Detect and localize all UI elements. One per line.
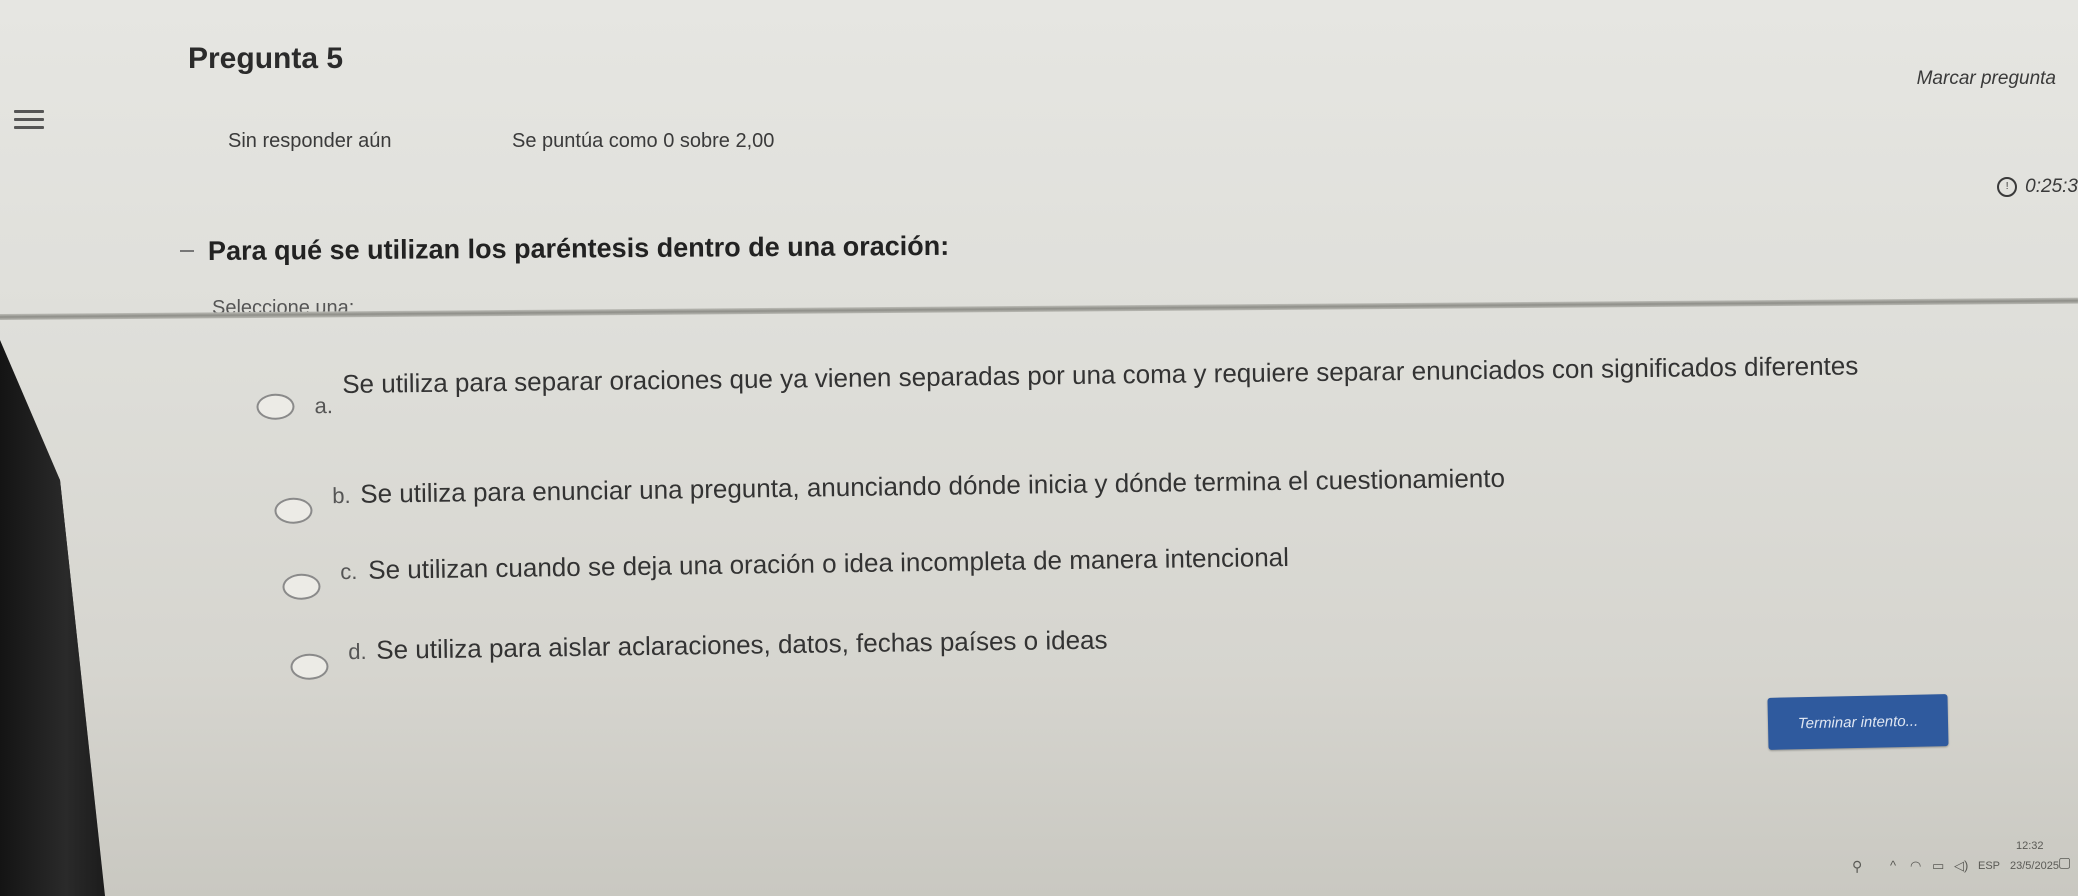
option-letter: b. <box>332 482 351 509</box>
option-text[interactable]: Se utiliza para separar oraciones que ya… <box>342 345 1982 403</box>
flag-question-link[interactable]: Marcar pregunta <box>1917 68 2056 90</box>
clock-time[interactable]: 12:32 <box>2016 840 2044 852</box>
radio-button-d[interactable] <box>290 653 329 680</box>
clock-date[interactable]: 23/5/2025 <box>2010 860 2059 872</box>
question-title: Pregunta 5 <box>188 42 344 75</box>
volume-icon[interactable]: ◁) <box>1954 858 1968 874</box>
radio-button-c[interactable] <box>282 573 321 600</box>
chevron-up-icon[interactable]: ^ <box>1890 858 1896 873</box>
timer-value: 0:25:3 <box>2025 176 2078 197</box>
answer-option-d[interactable]: d. Se utiliza para aislar aclaraciones, … <box>290 621 1108 680</box>
system-tray: ⚲ ^ ◠ ▭ ◁) ESP 12:32 23/5/2025 ▢ <box>1840 826 2078 896</box>
notification-icon[interactable]: ▢ <box>2058 854 2071 871</box>
option-text[interactable]: Se utiliza para enunciar una pregunta, a… <box>360 459 1505 513</box>
answer-option-a[interactable]: a. Se utiliza para separar oraciones que… <box>256 345 1983 420</box>
option-text[interactable]: Se utiliza para aislar aclaraciones, dat… <box>376 621 1108 669</box>
battery-icon[interactable]: ▭ <box>1932 858 1944 874</box>
clock-icon: ! <box>1997 177 2018 197</box>
question-text: Para qué se utilizan los paréntesis dent… <box>207 230 950 266</box>
option-letter: a. <box>314 393 334 419</box>
answer-option-b[interactable]: b. Se utiliza para enunciar una pregunta… <box>274 459 1505 524</box>
question-marker <box>180 250 194 252</box>
browser-viewport: Pregunta 5 Marcar pregunta Sin responder… <box>0 0 2078 896</box>
option-letter: c. <box>340 558 358 585</box>
finish-attempt-button[interactable]: Terminar intento... <box>1767 694 1949 750</box>
radio-button-a[interactable] <box>256 393 295 420</box>
input-language[interactable]: ESP <box>1978 860 2000 872</box>
quiz-timer: ! 0:25:3 <box>1997 176 2078 198</box>
people-icon[interactable]: ⚲ <box>1852 858 1862 875</box>
option-text[interactable]: Se utilizan cuando se deja una oración o… <box>368 538 1289 589</box>
radio-button-b[interactable] <box>274 497 313 524</box>
hamburger-menu-icon[interactable] <box>14 110 44 134</box>
question-status: Sin responder aún <box>228 130 392 152</box>
answer-option-c[interactable]: c. Se utilizan cuando se deja una oració… <box>282 538 1289 600</box>
option-letter: d. <box>348 638 367 665</box>
question-grade: Se puntúa como 0 sobre 2,00 <box>512 130 775 152</box>
wifi-icon[interactable]: ◠ <box>1910 858 1921 874</box>
